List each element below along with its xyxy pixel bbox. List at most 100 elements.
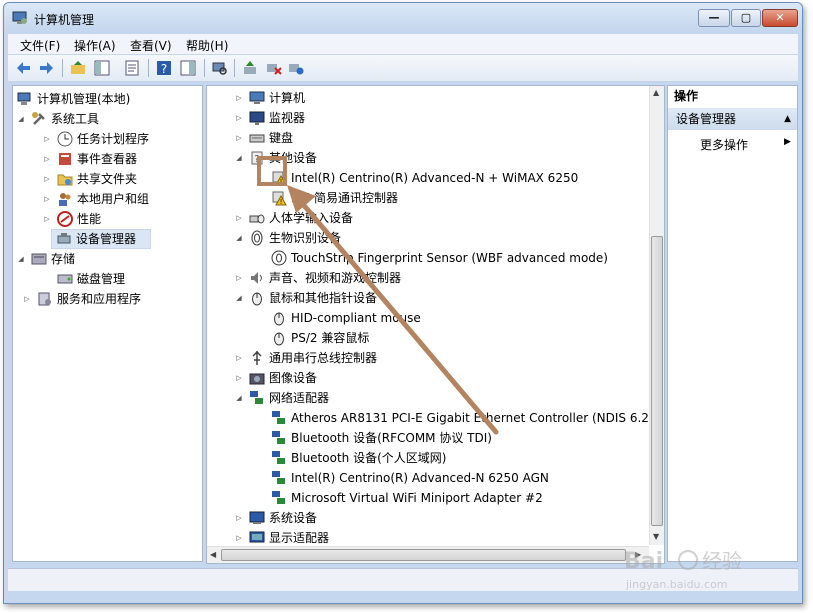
collapse-arrow-icon[interactable]: ◢	[17, 110, 25, 128]
monitor-icon	[249, 111, 265, 125]
device-intel-centrino-6250-agn[interactable]: Intel(R) Centrino(R) Advanced-N 6250 AGN	[271, 469, 571, 487]
expand-arrow-icon[interactable]: ▷	[43, 190, 51, 208]
warning-device-icon: !	[272, 191, 287, 206]
expand-arrow-icon[interactable]: ▷	[43, 150, 51, 168]
horizontal-scrollbar[interactable]: ◀ ▶	[207, 546, 649, 563]
menu-file[interactable]: 文件(F)	[20, 37, 60, 54]
device-wimax-adapter[interactable]: ! Intel(R) Centrino(R) Advanced-N + WiMA…	[271, 169, 581, 187]
show-console-icon[interactable]	[180, 60, 196, 76]
vertical-scroll-thumb[interactable]	[651, 236, 663, 526]
uninstall-device-icon[interactable]	[288, 60, 304, 76]
expand-arrow-icon[interactable]: ▷	[43, 130, 51, 148]
vertical-scrollbar[interactable]: ▲ ▼	[649, 86, 664, 545]
disk-icon	[57, 274, 73, 284]
collapse-up-arrow-icon[interactable]: ▲	[784, 108, 791, 130]
svg-text:?: ?	[161, 62, 167, 76]
services-icon	[38, 292, 51, 306]
device-hid-compliant-mouse[interactable]: HID-compliant mouse	[271, 309, 471, 327]
tree-item-disk-management[interactable]: 磁盘管理	[51, 270, 191, 288]
tree-item-services-applications[interactable]: ▷ 服务和应用程序	[17, 290, 197, 308]
device-atheros-ethernet[interactable]: Atheros AR8131 PCI-E Gigabit Ethernet Co…	[271, 409, 661, 427]
expand-arrow-icon[interactable]: ▷	[23, 290, 31, 308]
expand-arrow-icon[interactable]: ▷	[235, 209, 243, 227]
system-device-icon	[249, 511, 265, 524]
expand-arrow-icon[interactable]: ▷	[235, 349, 243, 367]
update-driver-icon[interactable]	[242, 60, 258, 76]
network-icon	[250, 391, 263, 404]
tree-item-local-users-groups[interactable]: ▷ 本地用户和组	[31, 190, 197, 208]
forward-arrow-icon[interactable]	[38, 60, 54, 76]
device-ms-virtual-wifi-miniport[interactable]: Microsoft Virtual WiFi Miniport Adapter …	[271, 489, 601, 507]
collapse-arrow-icon[interactable]: ◢	[235, 229, 243, 247]
tree-item-event-viewer[interactable]: ▷ 事件查看器	[31, 150, 197, 168]
expand-arrow-icon[interactable]: ▷	[43, 210, 51, 228]
window-title: 计算机管理	[34, 13, 95, 27]
more-actions-link[interactable]: 更多操作 ▶	[700, 136, 791, 153]
tree-item-computer-management[interactable]: 计算机管理(本地)	[17, 90, 197, 108]
device-category-display-adapters[interactable]: ▷ 显示适配器	[235, 529, 615, 547]
device-category-sound-video-game[interactable]: ▷ 声音、视频和游戏控制器	[235, 269, 615, 287]
device-category-keyboards[interactable]: ▷ 键盘	[235, 129, 615, 147]
device-category-network-adapters[interactable]: ◢ 网络适配器	[235, 389, 615, 407]
device-category-biometric[interactable]: ◢ 生物识别设备	[235, 229, 615, 247]
device-category-mice[interactable]: ◢ 鼠标和其他指针设备	[235, 289, 615, 307]
expand-arrow-icon[interactable]: ▷	[43, 170, 51, 188]
toolbar-divider	[62, 59, 63, 77]
tree-item-shared-folders[interactable]: ▷ 共享文件夹	[31, 170, 197, 188]
device-category-usb[interactable]: ▷ 通用串行总线控制器	[235, 349, 615, 367]
tree-item-storage[interactable]: ◢ 存储	[17, 250, 197, 268]
device-bluetooth-rfcomm[interactable]: Bluetooth 设备(RFCOMM 协议 TDI)	[271, 429, 571, 447]
collapse-arrow-icon[interactable]: ◢	[235, 149, 243, 167]
show-hide-tree-icon[interactable]	[94, 60, 110, 76]
horizontal-scroll-thumb[interactable]	[221, 549, 626, 561]
help-icon[interactable]: ?	[156, 60, 172, 76]
expand-arrow-icon[interactable]: ▷	[235, 269, 243, 287]
expand-arrow-icon[interactable]: ▷	[235, 369, 243, 387]
collapse-arrow-icon[interactable]: ◢	[17, 250, 25, 268]
expand-arrow-icon[interactable]: ▷	[235, 509, 243, 527]
highlight-box	[257, 156, 287, 186]
expand-arrow-icon[interactable]: ▷	[235, 529, 243, 547]
hid-icon	[249, 214, 265, 224]
expand-arrow-icon[interactable]: ▷	[235, 89, 243, 107]
properties-icon[interactable]	[124, 60, 140, 76]
device-pci-simple-communications-controller[interactable]: ! PCI 简易通讯控制器	[271, 189, 471, 207]
close-button[interactable]: ✕	[762, 9, 798, 27]
menu-help[interactable]: 帮助(H)	[186, 37, 228, 54]
menu-view[interactable]: 查看(V)	[130, 37, 172, 54]
tree-item-task-scheduler[interactable]: ▷ 任务计划程序	[31, 130, 197, 148]
device-category-system-devices[interactable]: ▷ 系统设备	[235, 509, 615, 527]
storage-icon	[31, 253, 47, 265]
actions-header: 操作	[674, 89, 699, 103]
tree-item-system-tools[interactable]: ◢ 系统工具	[17, 110, 197, 128]
device-ps2-mouse[interactable]: PS/2 兼容鼠标	[271, 329, 471, 347]
display-adapter-icon	[249, 531, 265, 543]
scroll-left-arrow-icon[interactable]: ◀	[210, 550, 216, 559]
device-category-imaging[interactable]: ▷ 图像设备	[235, 369, 615, 387]
device-category-hid[interactable]: ▷ 人体学输入设备	[235, 209, 615, 227]
scroll-down-arrow-icon[interactable]: ▼	[653, 532, 659, 541]
maximize-button[interactable]: ▢	[731, 9, 761, 27]
scan-hardware-icon[interactable]	[212, 60, 228, 76]
expand-arrow-icon[interactable]: ▷	[235, 129, 243, 147]
actions-section-device-manager[interactable]: 设备管理器 ▲	[668, 108, 797, 130]
device-fingerprint-sensor[interactable]: TouchStrip Fingerprint Sensor (WBF advan…	[271, 249, 651, 267]
disable-device-icon[interactable]	[266, 60, 282, 76]
device-category-other-devices[interactable]: ◢ ? 其他设备	[235, 149, 615, 167]
expand-arrow-icon[interactable]: ▷	[235, 109, 243, 127]
device-category-monitors[interactable]: ▷ 监视器	[235, 109, 615, 127]
device-bluetooth-pan[interactable]: Bluetooth 设备(个人区域网)	[271, 449, 571, 467]
menu-action[interactable]: 操作(A)	[74, 37, 116, 54]
collapse-arrow-icon[interactable]: ◢	[235, 389, 243, 407]
up-folder-icon[interactable]	[70, 60, 86, 76]
back-arrow-icon[interactable]	[16, 60, 32, 76]
device-category-computer[interactable]: ▷ 计算机	[235, 89, 615, 107]
collapse-arrow-icon[interactable]: ◢	[235, 289, 243, 307]
menu-bar: 文件(F) 操作(A) 查看(V) 帮助(H)	[8, 34, 798, 54]
computer-management-icon	[12, 11, 27, 24]
tree-item-device-manager[interactable]: 设备管理器	[51, 229, 151, 249]
minimize-button[interactable]: —	[698, 9, 730, 27]
scroll-up-arrow-icon[interactable]: ▲	[653, 88, 659, 97]
toolbar-divider	[148, 59, 149, 77]
tree-item-performance[interactable]: ▷ 性能	[31, 210, 197, 228]
